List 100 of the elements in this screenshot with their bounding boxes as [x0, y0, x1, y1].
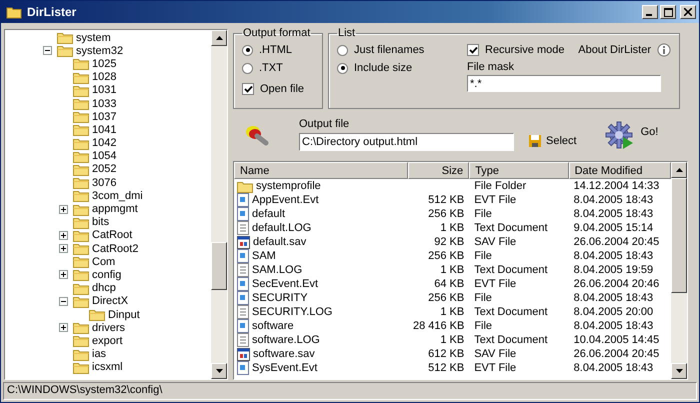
up-arrow-icon — [216, 36, 222, 40]
tree-item[interactable]: DirectX — [92, 295, 128, 308]
tree-item[interactable]: 3076 — [92, 176, 116, 189]
tree-item[interactable]: system — [76, 32, 111, 44]
window-title: DirLister — [27, 5, 78, 19]
table-cell: 8.04.2005 20:00 — [574, 306, 654, 318]
expander-icon[interactable] — [59, 323, 71, 332]
table-cell: 1 KB — [440, 334, 464, 346]
expander-icon[interactable] — [59, 296, 71, 306]
file-name[interactable]: SecEvent.Evt — [252, 278, 318, 290]
folder-icon — [73, 189, 89, 202]
tree-item[interactable]: bits — [92, 216, 110, 228]
tree-item[interactable]: drivers — [92, 322, 126, 334]
tree-item[interactable]: 1037 — [92, 110, 116, 123]
table-cell: SAV File — [474, 236, 516, 248]
folder-icon — [73, 150, 89, 163]
file-icon — [237, 207, 249, 221]
expander-icon[interactable] — [59, 230, 71, 240]
radio-button[interactable] — [242, 44, 253, 56]
tree-item[interactable]: config — [92, 268, 122, 281]
radio-button[interactable] — [337, 44, 348, 56]
output-file-field[interactable]: C:\Directory output.html — [299, 133, 514, 151]
radio-label: .TXT — [259, 62, 283, 74]
table-cell: 1 KB — [440, 306, 464, 318]
checkbox[interactable] — [467, 44, 479, 56]
checkbox[interactable] — [242, 83, 254, 95]
tree-item[interactable]: 1033 — [92, 98, 116, 110]
file-icon — [237, 361, 249, 375]
scrollbar[interactable] — [211, 30, 227, 379]
folder-icon — [73, 110, 89, 124]
file-name[interactable]: software — [252, 320, 294, 332]
column-header[interactable]: Type — [469, 162, 569, 179]
file-name[interactable]: SECURITY — [252, 292, 308, 304]
file-mask-field[interactable]: *.* — [467, 75, 661, 92]
close-button[interactable] — [680, 5, 696, 19]
tree-item[interactable]: ias — [92, 348, 106, 360]
table-cell: File — [474, 208, 492, 220]
tree-item[interactable]: 1041 — [92, 124, 116, 136]
go-button[interactable]: Go! — [604, 121, 658, 151]
folder-icon — [73, 176, 89, 190]
column-header[interactable]: Name — [234, 162, 408, 179]
maximize-button[interactable] — [660, 5, 676, 19]
tree-item[interactable]: 3com_dmi — [92, 190, 143, 202]
radio-button[interactable] — [242, 62, 253, 74]
table-cell: 612 KB — [428, 348, 464, 360]
tree-item[interactable]: 1028 — [92, 71, 116, 84]
table-cell: EVT File — [474, 362, 516, 374]
expander-icon[interactable] — [59, 204, 71, 214]
tree-item[interactable]: 1031 — [92, 84, 116, 96]
tree-item[interactable]: 2052 — [92, 163, 116, 176]
info-icon[interactable] — [657, 43, 671, 57]
plug-icon — [245, 124, 271, 148]
table-cell: 8.04.2005 19:59 — [574, 264, 654, 276]
file-name[interactable]: AppEvent.Evt — [252, 194, 319, 206]
tree-item[interactable]: export — [92, 334, 123, 347]
folder-icon — [73, 268, 89, 282]
table-cell: Text Document — [474, 264, 548, 276]
scroll-thumb[interactable] — [211, 242, 227, 290]
folder-icon — [57, 44, 73, 58]
expander-icon[interactable] — [59, 244, 71, 254]
file-name[interactable]: default.LOG — [252, 222, 312, 234]
table-cell: 512 KB — [428, 362, 464, 374]
file-name[interactable]: default — [252, 208, 286, 220]
down-arrow-icon — [676, 369, 682, 373]
scrollbar[interactable] — [671, 162, 687, 379]
tree-item[interactable]: system32 — [76, 44, 124, 57]
file-name[interactable]: systemprofile — [256, 180, 321, 192]
scroll-thumb[interactable] — [671, 178, 687, 293]
maximize-icon — [664, 8, 672, 16]
radio-button[interactable] — [337, 62, 348, 74]
file-name[interactable]: SysEvent.Evt — [252, 362, 318, 374]
file-name[interactable]: software.LOG — [252, 334, 320, 346]
tree-item[interactable]: 1054 — [92, 150, 116, 162]
file-name[interactable]: default.sav — [253, 236, 306, 248]
tree-item[interactable]: 1042 — [92, 137, 116, 150]
table-cell: EVT File — [474, 278, 516, 290]
column-header[interactable]: Date Modified — [568, 162, 671, 179]
tree-item[interactable]: Com — [92, 256, 116, 268]
expander-icon[interactable] — [43, 46, 55, 56]
expander-icon[interactable] — [59, 270, 71, 280]
about-link[interactable]: About DirLister — [578, 44, 651, 56]
table-cell: 8.04.2005 18:43 — [574, 194, 654, 206]
tree-item[interactable]: Dinput — [108, 308, 140, 321]
table-cell: 64 KB — [434, 278, 464, 290]
file-name[interactable]: SAM.LOG — [252, 264, 302, 276]
column-header[interactable]: Size — [408, 162, 470, 179]
select-button[interactable]: Select — [528, 134, 577, 148]
file-name[interactable]: SECURITY.LOG — [252, 306, 332, 318]
field-label: File mask — [467, 61, 516, 73]
tree-item[interactable]: CatRoot2 — [92, 242, 138, 255]
tree-item[interactable]: CatRoot — [92, 229, 132, 242]
tree-item[interactable]: icsxml — [92, 361, 123, 374]
tree-item[interactable]: 1025 — [92, 58, 116, 70]
tree-item[interactable]: dhcp — [92, 282, 116, 294]
folder-icon — [57, 31, 73, 44]
minimize-button[interactable] — [642, 5, 658, 19]
folder-icon — [73, 228, 89, 242]
tree-item[interactable]: appmgmt — [92, 203, 138, 216]
file-name[interactable]: SAM — [252, 250, 276, 262]
file-name[interactable]: software.sav — [253, 348, 315, 360]
